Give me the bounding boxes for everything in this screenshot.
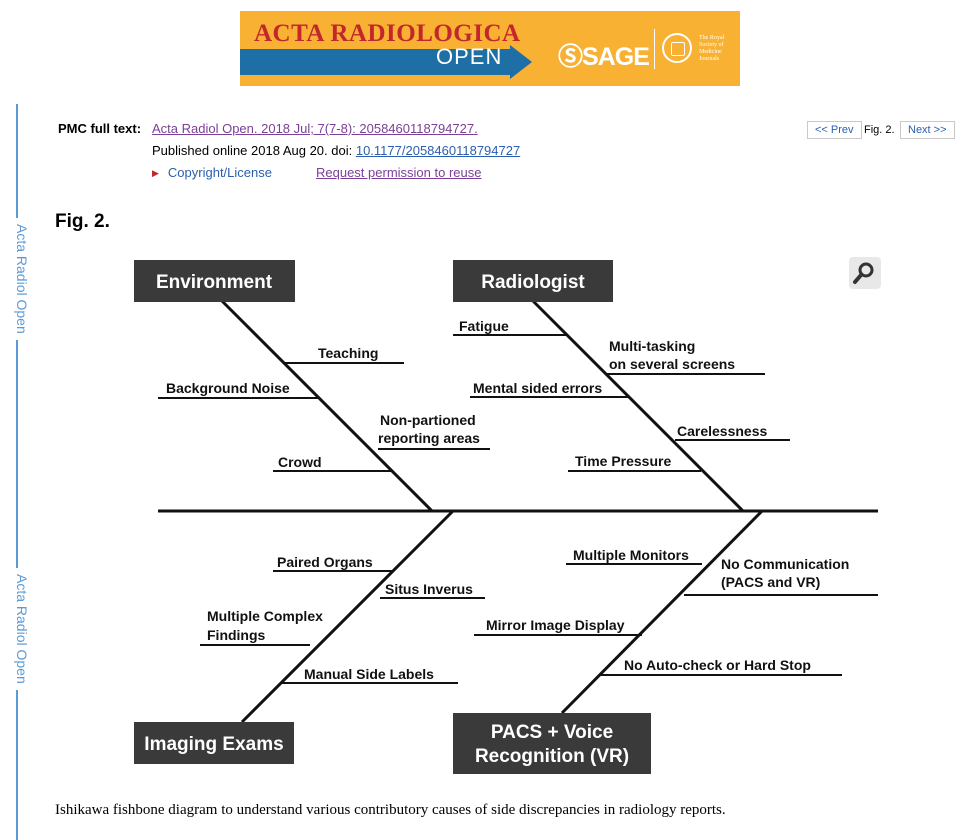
cause-multitasking-2: on several screens [609, 356, 735, 372]
cause-non-partioned-2: reporting areas [378, 430, 480, 446]
magnifier-icon[interactable] [849, 257, 881, 289]
cause-mental-sided-errors: Mental sided errors [473, 380, 602, 396]
cause-time-pressure: Time Pressure [575, 453, 671, 469]
cause-multiple-monitors: Multiple Monitors [573, 547, 689, 563]
cause-no-communication-1: No Communication [721, 556, 849, 572]
radiologist-bone [531, 299, 745, 513]
cause-carelessness: Carelessness [677, 423, 768, 439]
fishbone-diagram: Environment Radiologist Imaging Exams PA… [134, 260, 878, 774]
cause-non-partioned-1: Non-partioned [380, 412, 476, 428]
pacs-bone [560, 509, 764, 715]
cause-mirror-image-display: Mirror Image Display [486, 617, 625, 633]
cause-multiple-complex-2: Findings [207, 627, 266, 643]
cause-teaching: Teaching [318, 345, 378, 361]
cause-no-autocheck: No Auto-check or Hard Stop [624, 657, 811, 673]
cause-no-communication-2: (PACS and VR) [721, 574, 820, 590]
imaging-exams-title: Imaging Exams [144, 734, 283, 755]
cause-multitasking-1: Multi-tasking [609, 338, 695, 354]
cause-background-noise: Background Noise [166, 380, 290, 396]
cause-situs-inverus: Situs Inverus [385, 581, 473, 597]
pacs-title-line2: Recognition (VR) [475, 746, 629, 767]
pacs-title-line1: PACS + Voice [491, 722, 613, 743]
environment-title: Environment [156, 272, 273, 293]
cause-fatigue: Fatigue [459, 318, 509, 334]
cause-multiple-complex-1: Multiple Complex [207, 608, 323, 624]
magnifier-glyph [853, 262, 874, 284]
figure-caption: Ishikawa fishbone diagram to understand … [55, 802, 726, 818]
radiologist-title: Radiologist [481, 272, 585, 293]
environment-bone [220, 299, 434, 513]
cause-paired-organs: Paired Organs [277, 554, 373, 570]
cause-crowd: Crowd [278, 454, 322, 470]
cause-manual-side-labels: Manual Side Labels [304, 666, 434, 682]
